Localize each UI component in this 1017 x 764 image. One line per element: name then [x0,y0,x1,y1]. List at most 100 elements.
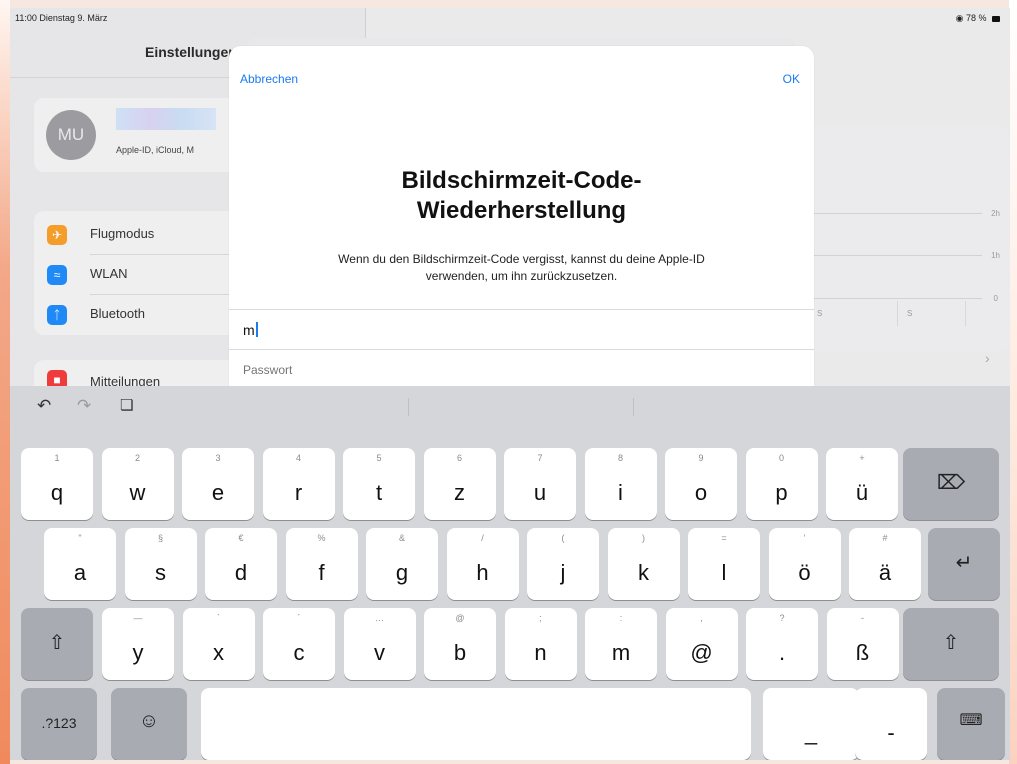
shift-icon: ⇧ [942,632,960,654]
key-6[interactable]: 7u [504,448,576,520]
key-3[interactable]: % f [285,528,358,600]
background-frame-left [0,0,10,764]
key-9[interactable]: ’ ö [768,528,841,600]
key-label: t [375,480,383,505]
field-divider [229,309,814,310]
key-hint: # [882,533,888,543]
grid-line [810,213,982,214]
day-label: S [907,309,913,318]
key-hint: 0 [778,453,784,463]
key-6[interactable]: (j [527,528,599,600]
key-9[interactable]: 0p [745,448,818,520]
toolbar-divider [408,398,409,416]
password-field[interactable] [243,363,783,377]
key-8[interactable]: = l [688,528,760,600]
key-label: w [129,480,146,505]
key-7[interactable]: , @ [665,608,738,680]
axis-label: 1h [991,251,1000,260]
return-key[interactable]: ↵ [928,528,1000,600]
key-10[interactable]: # ä [849,528,921,600]
key-hint: € [238,533,244,543]
day-label: S [817,309,823,318]
key-1[interactable]: ` x [182,608,255,680]
key-3[interactable]: … v [343,608,416,680]
key-label: @ [690,640,713,665]
space-bar[interactable] [201,688,751,760]
key-5[interactable]: ; n [504,608,577,680]
key-hint: ; [539,613,542,623]
underscore-key[interactable]: _ [763,688,859,760]
dialog-title-line-1: Bildschirmzeit-Code- [401,167,642,194]
key-label: ü [855,480,869,505]
key-hint: … [375,613,384,623]
ok-button[interactable]: OK [783,72,800,86]
key-hint: " [78,533,82,543]
key-8[interactable]: ?. [746,608,818,680]
clipboard-icon[interactable]: ❏ [120,396,133,414]
key-hint: 1 [54,453,60,463]
key-label: ß [855,640,870,665]
dialog-description-line-2: verwenden, um ihn zurückzusetzen. [425,269,618,283]
key-10[interactable]: + ü [826,448,898,520]
status-time: 11:00 Dienstag 9. März [15,13,108,23]
cancel-button[interactable]: Abbrechen [240,72,298,86]
key-4[interactable]: 5t [343,448,415,520]
key-label: o [694,480,708,505]
key-label: s [155,560,166,585]
key-hint: ´ [297,613,301,623]
key-label: h [476,560,489,585]
redo-icon[interactable]: ↷ [77,396,91,416]
backspace-key[interactable]: ⌦ [903,448,999,520]
key-label: x [213,640,224,665]
chevron-right-icon[interactable]: › [985,350,990,366]
key-4[interactable]: @ b [424,608,496,680]
key-label: . [778,640,786,665]
hide-keyboard-key[interactable]: ⌨ [937,688,1005,760]
key-5[interactable]: 6z [423,448,496,520]
key-8[interactable]: 9o [665,448,737,520]
onscreen-keyboard: ↶ ↷ ❏ 1 q 2 w 3 e 4 r 5 t 6 z 7 u 8 i 9 o 0 p + ü ⌦ " a § s € d% f & g /… [10,386,1010,760]
avatar: MU [46,110,96,160]
shift-key-right[interactable]: ⇧ [903,608,999,680]
battery-percent: 78 % [965,13,987,23]
dash-key[interactable]: - [855,688,927,760]
key-7[interactable]: ) k [607,528,680,600]
key-hint: % [317,533,326,543]
key-label: j [560,560,566,585]
key-label: y [132,640,144,665]
key-1[interactable]: 2w [101,448,174,520]
key-4[interactable]: & g [366,528,438,600]
key-9[interactable]: -ß [826,608,899,680]
key-0[interactable]: — y [102,608,174,680]
emoji-key[interactable]: ☺ [111,688,187,760]
key-hint: 2 [134,453,140,463]
key-label: _ [804,720,818,745]
settings-item-label: Flugmodus [90,226,155,241]
key-5[interactable]: / h [446,528,519,600]
key-2[interactable]: 3e [182,448,254,520]
keyboard-dismiss-icon: ⌨ [959,712,983,729]
key-label: u [533,480,547,505]
key-hint: ( [561,533,565,543]
shift-key-left[interactable]: ⇧ [21,608,93,680]
key-7[interactable]: 8i [584,448,657,520]
apple-id-field[interactable]: m [243,322,783,338]
key-hint: - [861,613,864,623]
dialog-title-line-2: Wiederherstellung [416,197,627,224]
key-6[interactable]: :m [585,608,657,680]
dialog-title: Bildschirmzeit-Code- Wiederherstellung [229,166,814,226]
background-frame-right [1009,0,1017,764]
key-hint: 6 [456,453,462,463]
key-0[interactable]: 1q [21,448,93,520]
grid-line [810,298,982,299]
key-2[interactable]: € d [205,528,277,600]
numbers-key[interactable]: .?123 [21,688,97,760]
key-label: p [775,480,788,505]
undo-icon[interactable]: ↶ [37,396,51,416]
key-2[interactable]: ´ c [263,608,335,680]
key-3[interactable]: 4r [262,448,335,520]
key-0[interactable]: " a [44,528,116,600]
key-1[interactable]: § s [124,528,197,600]
numbers-key-label: .?123 [41,715,77,731]
shift-icon: ⇧ [48,632,66,654]
